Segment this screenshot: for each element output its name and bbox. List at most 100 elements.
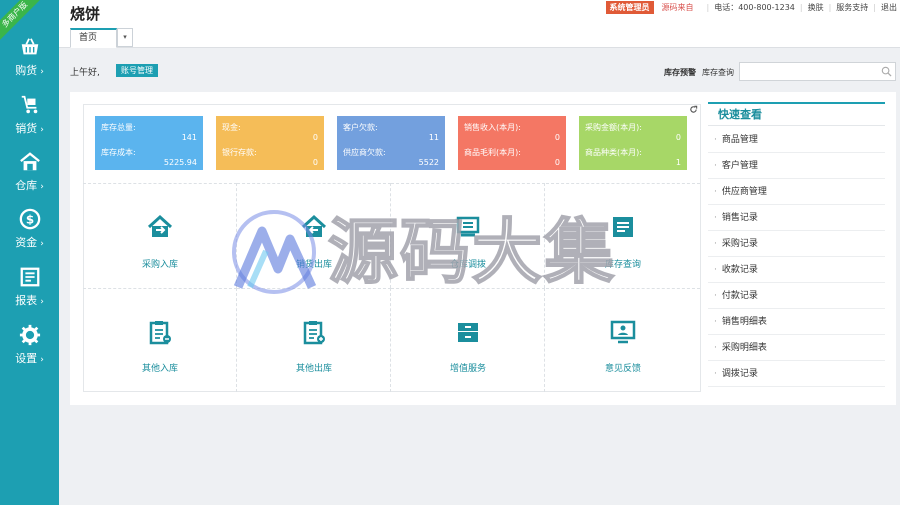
card-value: 1 bbox=[675, 158, 681, 167]
quick-item[interactable]: · 收款记录 bbox=[708, 257, 885, 283]
grid-purchase-in[interactable]: 采购入库 bbox=[83, 183, 237, 288]
quick-item[interactable]: · 采购记录 bbox=[708, 231, 885, 257]
card-label: 库存成本: bbox=[101, 148, 136, 157]
card-label: 销售收入(本月): bbox=[464, 123, 521, 132]
stat-card-purchase[interactable]: 采购金额(本月): 0 商品种类(本月): 1 bbox=[579, 116, 687, 170]
card-value: 0 bbox=[554, 133, 560, 142]
grid-label: 仓库调拨 bbox=[449, 260, 486, 270]
grid-transfer[interactable]: 仓库调拨 bbox=[391, 183, 545, 288]
quick-view-title: 快速查看 bbox=[708, 102, 885, 126]
header: 烧饼 首页 ▾ 系统管理员 源码来自 | 电话：400-800-1234 | 换… bbox=[59, 0, 900, 48]
card-value: 0 bbox=[312, 133, 318, 142]
refresh-icon[interactable] bbox=[689, 105, 698, 114]
search-icon[interactable] bbox=[881, 66, 892, 77]
quick-view-panel: 快速查看 · 商品管理 · 客户管理 · 供应商管理 · 销售记录 · 采购记录 · 收款记… bbox=[708, 102, 885, 387]
sidebar-item-purchase[interactable]: 购货 › bbox=[0, 36, 59, 92]
tab-dropdown-button[interactable]: ▾ bbox=[117, 28, 133, 47]
clipboard-in-icon bbox=[149, 321, 171, 345]
card-value: 0 bbox=[675, 133, 681, 142]
quick-item[interactable]: · 销售记录 bbox=[708, 205, 885, 231]
grid-label: 库存查询 bbox=[604, 260, 641, 270]
house-arrow-icon bbox=[147, 214, 173, 237]
account-manage-button[interactable]: 账号管理 bbox=[116, 64, 158, 77]
card-value: 0 bbox=[554, 158, 560, 167]
sidebar-label-purchase: 购货 bbox=[15, 64, 38, 77]
grid-label: 增值服务 bbox=[449, 364, 486, 374]
card-value: 5225.94 bbox=[163, 158, 197, 167]
grid-feedback[interactable]: 意见反馈 bbox=[546, 288, 700, 392]
tab-home[interactable]: 首页 bbox=[70, 28, 117, 48]
switch-skin-link[interactable]: 换肤 bbox=[808, 2, 824, 13]
grid-value-added[interactable]: 增值服务 bbox=[391, 288, 545, 392]
sidebar-item-warehouse[interactable]: 仓库 › bbox=[0, 151, 59, 207]
cart-icon bbox=[21, 95, 37, 114]
card-label: 采购金额(本月): bbox=[585, 123, 642, 132]
sidebar-item-sales[interactable]: 销货 › bbox=[0, 94, 59, 150]
quick-item[interactable]: · 供应商管理 bbox=[708, 179, 885, 205]
stock-search-input[interactable] bbox=[744, 63, 879, 80]
stat-card-sales[interactable]: 销售收入(本月): 0 商品毛利(本月): 0 bbox=[458, 116, 566, 170]
grid-stock-query[interactable]: 库存查询 bbox=[546, 183, 700, 288]
chevron-right-icon: › bbox=[40, 182, 44, 192]
card-label: 商品种类(本月): bbox=[585, 148, 642, 157]
card-label: 库存总量: bbox=[101, 123, 136, 132]
card-value: 0 bbox=[312, 158, 318, 167]
sidebar-item-funds[interactable]: $ 资金 › bbox=[0, 208, 59, 264]
stat-card-cash[interactable]: 现金: 0 银行存款: 0 bbox=[216, 116, 324, 170]
chevron-right-icon: › bbox=[40, 67, 44, 77]
sidebar-label-settings: 设置 bbox=[15, 352, 38, 365]
clipboard-out-icon bbox=[303, 321, 325, 345]
grid-sales-out[interactable]: 销货出库 bbox=[237, 183, 391, 288]
stock-warning-link[interactable]: 库存预警 bbox=[664, 67, 696, 78]
chevron-right-icon: › bbox=[40, 239, 44, 249]
card-label: 客户欠款: bbox=[343, 123, 378, 132]
chevron-right-icon: › bbox=[40, 355, 44, 365]
card-label: 现金: bbox=[222, 123, 241, 132]
card-value: 11 bbox=[428, 133, 439, 142]
role-badge: 系统管理员 bbox=[605, 0, 654, 14]
stat-card-stock[interactable]: 库存总量: 141 库存成本: 5225.94 bbox=[95, 116, 203, 170]
sidebar-label-funds: 资金 bbox=[15, 236, 38, 249]
grid-other-out[interactable]: 其他出库 bbox=[237, 288, 391, 392]
sidebar-label-sales: 销货 bbox=[15, 122, 38, 135]
chevron-right-icon: › bbox=[40, 297, 44, 307]
card-label: 商品毛利(本月): bbox=[464, 148, 521, 157]
card-value: 5522 bbox=[418, 158, 439, 167]
grid-label: 意见反馈 bbox=[604, 364, 641, 374]
basket-icon bbox=[21, 38, 38, 55]
gear-icon bbox=[19, 324, 40, 346]
transfer-icon bbox=[456, 216, 480, 237]
dollar-icon: $ bbox=[19, 208, 40, 230]
top-bar: 系统管理员 源码来自 | 电话：400-800-1234 | 换肤 | 服务支持… bbox=[605, 0, 900, 14]
greeting-text: 上午好, bbox=[70, 68, 100, 78]
grid-other-in[interactable]: 其他入库 bbox=[83, 288, 237, 392]
card-label: 银行存款: bbox=[222, 148, 257, 157]
quick-item[interactable]: · 付款记录 bbox=[708, 283, 885, 309]
report-icon bbox=[20, 267, 39, 287]
quick-item[interactable]: · 销售明细表 bbox=[708, 309, 885, 335]
cabinet-icon bbox=[458, 323, 478, 342]
stat-card-debts[interactable]: 客户欠款: 11 供应商欠款: 5522 bbox=[337, 116, 445, 170]
quick-item[interactable]: · 商品管理 bbox=[708, 127, 885, 153]
shop-title: 烧饼 bbox=[70, 5, 101, 23]
house-out-icon bbox=[301, 214, 327, 237]
warehouse-icon bbox=[19, 152, 40, 171]
quick-item[interactable]: · 调拨记录 bbox=[708, 361, 885, 387]
grid-label: 销货出库 bbox=[295, 260, 332, 270]
quick-item[interactable]: · 采购明细表 bbox=[708, 335, 885, 361]
sidebar-label-reports: 报表 bbox=[15, 294, 38, 307]
svg-text:$: $ bbox=[25, 213, 33, 227]
grid-label: 采购入库 bbox=[141, 260, 178, 270]
phone-text: 电话：400-800-1234 bbox=[714, 2, 795, 12]
sidebar-item-settings[interactable]: 设置 › bbox=[0, 324, 59, 380]
source-link[interactable]: 源码来自 bbox=[662, 2, 694, 13]
stock-icon bbox=[613, 217, 633, 237]
sidebar-item-reports[interactable]: 报表 › bbox=[0, 266, 59, 322]
logout-link[interactable]: 退出 bbox=[881, 2, 897, 13]
stock-query-label: 库存查询 bbox=[702, 68, 734, 77]
stock-search-box bbox=[739, 62, 896, 81]
sidebar: 多商户版 购货 › 销货 › 仓库 › $ 资金 › 报表 › 设置 › bbox=[0, 0, 59, 505]
support-link[interactable]: 服务支持 bbox=[836, 2, 868, 13]
quick-item[interactable]: · 客户管理 bbox=[708, 153, 885, 179]
grid-label: 其他入库 bbox=[141, 364, 178, 374]
